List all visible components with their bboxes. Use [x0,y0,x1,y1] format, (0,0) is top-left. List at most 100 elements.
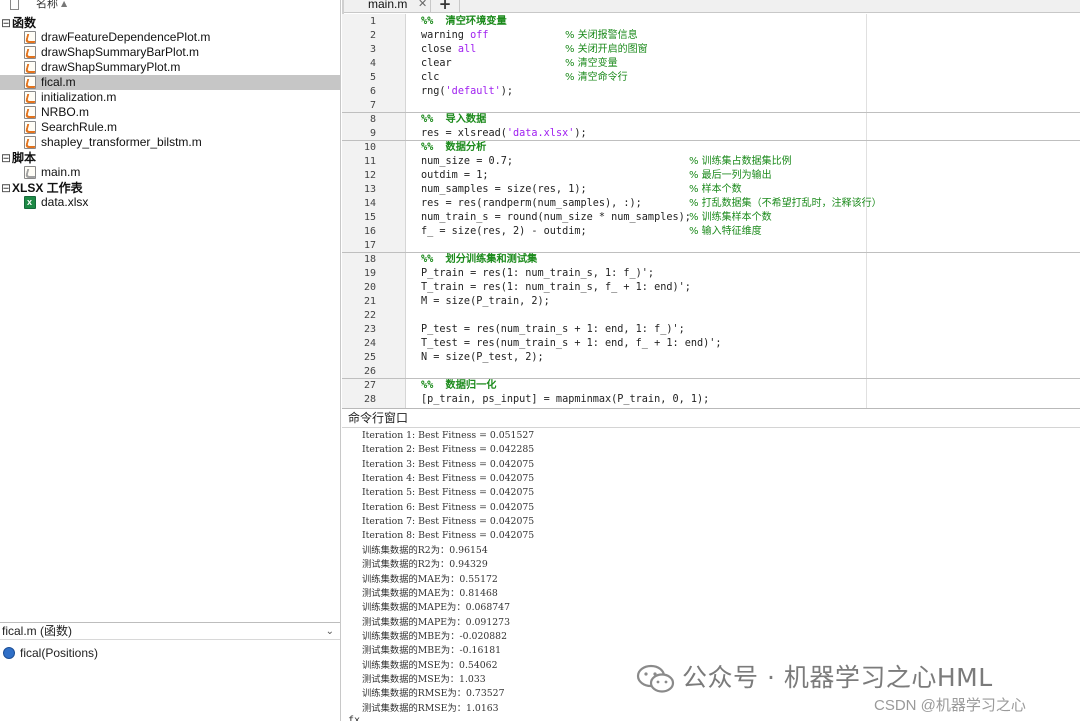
code-line[interactable]: M = size(P_train, 2); [406,295,1080,309]
command-prompt[interactable]: fx [348,715,360,721]
close-icon[interactable]: ✕ [418,0,427,11]
code-comment: % 清空变量 [565,58,618,69]
details-title: fical.m (函数) [2,624,72,638]
code-statement: M = size(P_train, 2); [421,296,550,307]
code-text: close all [421,43,476,57]
line-number: 22 [363,310,376,321]
line-number: 3 [369,44,376,55]
code-line[interactable]: P_train = res(1: num_train_s, 1: f_)'; [406,267,1080,281]
code-text: rng('default'); [421,85,513,99]
tab-main-m[interactable]: main.m ✕ [356,0,427,13]
line-number: 16 [363,226,376,237]
name-column-header[interactable]: 名称 [36,0,58,10]
code-line[interactable]: T_train = res(1: num_train_s, f_ + 1: en… [406,281,1080,295]
code-line[interactable]: num_train_s = round(num_size * num_sampl… [406,211,1080,225]
sort-ascending-icon: ▲ [61,0,68,8]
file-name: drawShapSummaryBarPlot.m [41,45,200,59]
code-text: res = res(randperm(num_samples), :); [421,197,642,211]
code-comment: % 关闭开启的图窗 [565,44,648,55]
code-line[interactable] [406,309,1080,323]
code-line[interactable]: warning off % 关闭报警信息 [406,29,1080,43]
code-line[interactable]: %% 划分训练集和测试集 [406,253,1080,267]
line-number: 12 [363,170,376,181]
file-item[interactable]: drawFeatureDependencePlot.m [0,30,340,45]
code-keyword: off [470,30,489,41]
code-line[interactable] [406,365,1080,379]
new-tab-button[interactable]: + [430,0,460,13]
code-line[interactable]: P_test = res(num_train_s + 1: end, 1: f_… [406,323,1080,337]
code-text: %% 导入数据 [421,113,486,127]
file-item[interactable]: shapley_transformer_bilstm.m [0,135,340,150]
code-line[interactable]: %% 清空环境变量 [406,15,1080,29]
collapse-toggle-icon[interactable]: ⊟ [1,16,11,30]
function-icon [3,647,15,659]
code-line[interactable] [406,239,1080,253]
code-line[interactable]: %% 数据分析 [406,141,1080,155]
code-text: P_train = res(1: num_train_s, 1: f_)'; [421,267,654,281]
code-line[interactable]: num_size = 0.7; % 训练集占数据集比例 [406,155,1080,169]
function-file-icon [24,76,36,89]
line-number: 20 [363,282,376,293]
collapse-toggle-icon[interactable]: ⊟ [1,151,11,165]
file-list-header[interactable]: 名称 ▲ [0,0,341,14]
code-statement: rng( [421,86,446,97]
code-line[interactable]: N = size(P_test, 2); [406,351,1080,365]
output-line: 训练集数据的MSE为：0.54062 [362,659,498,671]
file-name: drawShapSummaryPlot.m [41,60,181,74]
file-item[interactable]: NRBO.m [0,105,340,120]
line-number: 11 [363,156,376,167]
file-item[interactable]: main.m [0,165,340,180]
output-line: 训练集数据的MAE为：0.55172 [362,573,498,585]
code-line[interactable]: rng('default'); [406,85,1080,99]
chevron-down-icon[interactable]: ⌄ [326,623,334,640]
function-signature-item[interactable]: fical(Positions) [0,645,340,661]
file-item[interactable]: drawShapSummaryPlot.m [0,60,340,75]
code-line[interactable]: %% 数据归一化 [406,379,1080,393]
code-text: %% 数据分析 [421,141,486,155]
tree-group[interactable]: ⊟ 函数 [0,16,340,31]
code-line[interactable]: clc % 清空命令行 [406,71,1080,85]
line-number: 21 [363,296,376,307]
file-name: data.xlsx [41,195,89,209]
collapse-toggle-icon[interactable]: ⊟ [1,181,11,195]
line-number: 14 [363,198,376,209]
code-text: %% 划分训练集和测试集 [421,253,537,267]
line-number: 24 [363,338,376,349]
output-line: Iteration 3: Best Fitness = 0.042075 [362,458,535,470]
code-line[interactable]: res = xlsread('data.xlsx'); [406,127,1080,141]
tree-group-label: 函数 [12,16,37,30]
file-item[interactable]: drawShapSummaryBarPlot.m [0,45,340,60]
code-statement: num_train_s = round(num_size * num_sampl… [421,212,691,223]
code-comment: % 最后一列为输出 [689,170,772,181]
file-item[interactable]: data.xlsx [0,195,340,210]
code-line[interactable]: clear % 清空变量 [406,57,1080,71]
tree-group[interactable]: ⊟ XLSX 工作表 [0,181,340,196]
code-statement: f_ = size(res, 2) - outdim; [421,226,587,237]
code-line[interactable]: T_test = res(num_train_s + 1: end, f_ + … [406,337,1080,351]
code-line[interactable]: res = res(randperm(num_samples), :); % 打乱… [406,197,1080,211]
code-line[interactable]: f_ = size(res, 2) - outdim; % 输入特征维度 [406,225,1080,239]
line-number: 13 [363,184,376,195]
details-panel-header[interactable]: fical.m (函数) ⌄ [0,622,340,640]
code-text-area[interactable]: %% 清空环境变量 warning off % 关闭报警信息 close all % 关… [406,14,1080,408]
file-name: shapley_transformer_bilstm.m [41,135,202,149]
file-type-column-icon [10,0,19,10]
tree-group[interactable]: ⊟ 脚本 [0,151,340,166]
code-statement: N = size(P_test, 2); [421,352,544,363]
file-item[interactable]: fical.m [0,75,340,90]
output-line: 测试集数据的R2为：0.94329 [362,559,488,571]
file-item[interactable]: SearchRule.m [0,120,340,135]
code-line[interactable] [406,99,1080,113]
function-file-icon [24,31,36,44]
code-line[interactable]: outdim = 1; % 最后一列为输出 [406,169,1080,183]
line-number: 15 [363,212,376,223]
code-line[interactable]: %% 导入数据 [406,113,1080,127]
section-header: %% 数据归一化 [421,380,497,391]
code-line[interactable]: num_samples = size(res, 1); % 样本个数 [406,183,1080,197]
code-line[interactable]: [p_train, ps_input] = mapminmax(P_train,… [406,393,1080,407]
output-line: 测试集数据的MAE为：0.81468 [362,587,498,599]
file-item[interactable]: initialization.m [0,90,340,105]
output-line: 训练集数据的R2为：0.96154 [362,544,488,556]
code-line[interactable]: close all % 关闭开启的图窗 [406,43,1080,57]
code-text: num_samples = size(res, 1); [421,183,587,197]
